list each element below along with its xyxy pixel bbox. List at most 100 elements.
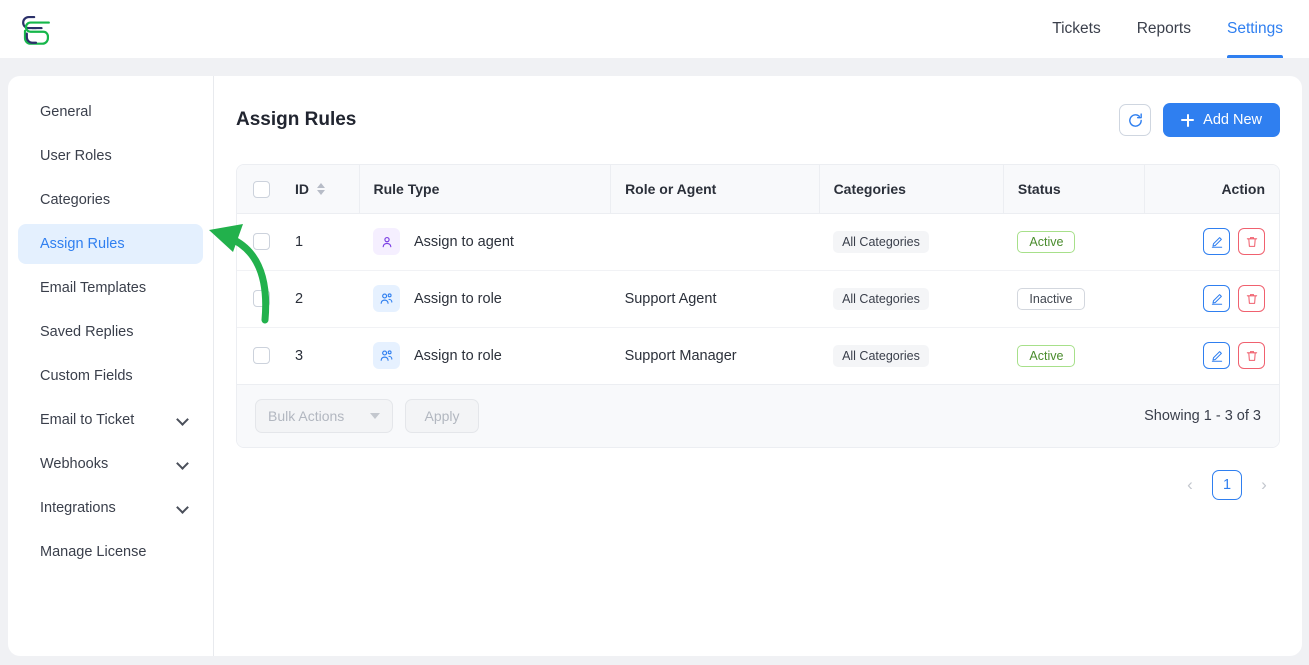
delete-button[interactable] xyxy=(1238,342,1265,369)
table-footer-cell: Bulk Actions Apply Showing 1 - 3 of 3 xyxy=(237,383,1279,447)
header-id-label: ID xyxy=(295,180,309,197)
assign-rules-table: ID Rule Type Role or Agent Categories St… xyxy=(236,164,1280,448)
bulk-actions-label: Bulk Actions xyxy=(268,407,345,424)
sidebar-item-categories[interactable]: Categories xyxy=(18,180,203,220)
top-navigation: Tickets Reports Settings xyxy=(1052,0,1284,58)
sidebar-item-general[interactable]: General xyxy=(18,92,203,132)
sidebar-item-email-to-ticket[interactable]: Email to Ticket xyxy=(18,400,203,440)
refresh-button[interactable] xyxy=(1119,104,1152,136)
pagination-page-1[interactable]: 1 xyxy=(1212,469,1242,500)
row-rule-type: Assign to role xyxy=(359,327,611,384)
main-header: Assign Rules Add New xyxy=(236,100,1280,140)
sidebar-item-webhooks[interactable]: Webhooks xyxy=(18,444,203,484)
chevron-down-icon xyxy=(177,414,189,426)
table-footer-row: Bulk Actions Apply Showing 1 - 3 of 3 xyxy=(237,383,1279,447)
row-id: 2 xyxy=(281,270,359,328)
sidebar-item-label: Assign Rules xyxy=(40,236,125,252)
row-checkbox[interactable] xyxy=(253,290,270,307)
pencil-icon xyxy=(1211,293,1222,305)
nav-item-settings[interactable]: Settings xyxy=(1226,0,1284,58)
row-categories: All Categories xyxy=(819,213,1004,271)
sidebar-item-label: Email Templates xyxy=(40,280,147,296)
sidebar-item-label: Integrations xyxy=(40,500,116,516)
apply-label: Apply xyxy=(424,407,460,424)
row-select-cell xyxy=(237,270,281,328)
pagination-prev-button[interactable]: ‹ xyxy=(1178,471,1202,499)
row-checkbox[interactable] xyxy=(253,347,270,364)
table-row: 1 Assign to agent All Categories Active xyxy=(237,213,1279,271)
header-actions: Add New xyxy=(1119,103,1280,137)
sidebar-item-label: Saved Replies xyxy=(40,324,134,340)
main-panel: Assign Rules Add New ID Rule Type Role o… xyxy=(214,76,1302,656)
pencil-icon xyxy=(1211,350,1222,362)
edit-button[interactable] xyxy=(1203,228,1230,255)
sidebar-item-saved-replies[interactable]: Saved Replies xyxy=(18,312,203,352)
sidebar-item-manage-license[interactable]: Manage License xyxy=(18,532,203,572)
sidebar-item-label: Categories xyxy=(40,192,111,208)
row-status: Inactive xyxy=(1003,270,1145,328)
row-rule-type: Assign to role xyxy=(359,270,611,328)
sidebar-item-label: Webhooks xyxy=(40,456,109,472)
trash-icon xyxy=(1246,350,1257,361)
sidebar-item-label: General xyxy=(40,104,92,120)
row-status: Active xyxy=(1003,327,1145,384)
edit-button[interactable] xyxy=(1203,285,1230,312)
sidebar-item-custom-fields[interactable]: Custom Fields xyxy=(18,356,203,396)
sidebar-item-assign-rules[interactable]: Assign Rules xyxy=(18,224,203,264)
row-select-cell xyxy=(237,327,281,384)
status-badge: Active xyxy=(1017,344,1076,367)
table-row: 3 Assign to role Support Manager All Cat… xyxy=(237,327,1279,384)
categories-badge: All Categories xyxy=(833,287,929,310)
row-checkbox[interactable] xyxy=(253,233,270,250)
row-actions xyxy=(1144,270,1279,328)
rule-type-label: Assign to role xyxy=(414,347,502,364)
plus-icon xyxy=(1181,113,1195,127)
row-actions xyxy=(1145,327,1279,384)
status-badge: Active xyxy=(1017,230,1076,253)
header-select-all xyxy=(237,165,281,214)
header-id: ID xyxy=(281,165,359,214)
sidebar-item-email-templates[interactable]: Email Templates xyxy=(18,268,203,308)
sidebar-item-label: Manage License xyxy=(40,544,147,560)
sidebar-item-label: User Roles xyxy=(40,148,112,164)
sidebar-item-integrations[interactable]: Integrations xyxy=(18,488,203,528)
row-rule-type: Assign to agent xyxy=(359,213,611,271)
page-title: Assign Rules xyxy=(236,109,357,130)
categories-badge: All Categories xyxy=(833,230,929,253)
header-role-or-agent: Role or Agent xyxy=(610,165,820,214)
row-role-or-agent xyxy=(610,213,820,271)
chevron-down-icon xyxy=(177,502,189,514)
sidebar-item-label: Custom Fields xyxy=(40,368,133,384)
refresh-icon xyxy=(1128,112,1142,127)
bulk-actions-select[interactable]: Bulk Actions xyxy=(255,398,393,433)
sidebar-item-label: Email to Ticket xyxy=(40,412,135,428)
chevron-down-icon xyxy=(370,412,380,419)
users-icon xyxy=(373,285,400,312)
user-icon xyxy=(373,228,400,255)
select-all-checkbox[interactable] xyxy=(253,180,270,198)
row-role-or-agent: Support Agent xyxy=(610,270,820,328)
nav-item-reports[interactable]: Reports xyxy=(1137,0,1191,58)
nav-item-tickets[interactable]: Tickets xyxy=(1052,0,1101,58)
apply-button[interactable]: Apply xyxy=(405,398,479,433)
sidebar-item-user-roles[interactable]: User Roles xyxy=(18,136,203,176)
pagination-next-button[interactable]: › xyxy=(1252,471,1276,499)
header-action: Action xyxy=(1144,165,1279,214)
logo[interactable] xyxy=(14,7,58,51)
add-new-label: Add New xyxy=(1203,112,1262,128)
trash-icon xyxy=(1246,293,1257,304)
delete-button[interactable] xyxy=(1238,285,1265,312)
sort-id-button[interactable] xyxy=(317,182,325,195)
header-status: Status xyxy=(1002,165,1145,214)
table-row: 2 Assign to role Support Agent All Categ… xyxy=(237,270,1279,328)
showing-count: Showing 1 - 3 of 3 xyxy=(1144,407,1261,424)
row-categories: All Categories xyxy=(819,270,1004,328)
delete-button[interactable] xyxy=(1238,228,1265,255)
row-categories: All Categories xyxy=(819,327,1003,384)
company-logo-icon xyxy=(22,15,50,45)
add-new-button[interactable]: Add New xyxy=(1163,103,1280,137)
categories-badge: All Categories xyxy=(833,344,929,367)
edit-button[interactable] xyxy=(1203,342,1230,369)
users-icon xyxy=(373,342,400,369)
row-id: 1 xyxy=(281,213,359,271)
